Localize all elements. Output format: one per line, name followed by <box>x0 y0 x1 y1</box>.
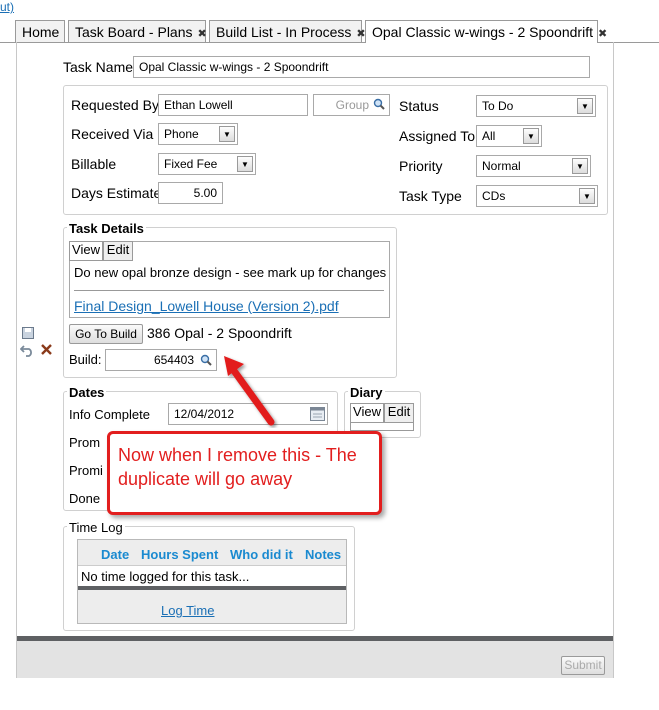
callout-text: Now when I remove this - The duplicate w… <box>118 445 357 489</box>
tab-label: Home <box>22 24 60 40</box>
task-type-label: Task Type <box>399 188 462 204</box>
submit-button[interactable]: Submit <box>561 656 605 675</box>
received-via-value: Phone <box>164 127 199 141</box>
assigned-to-select[interactable]: All ▼ <box>476 125 542 147</box>
callout-arrow-icon <box>224 356 275 426</box>
billable-label: Billable <box>71 156 117 172</box>
chevron-down-icon[interactable]: ▼ <box>572 158 588 174</box>
undo-icon[interactable] <box>20 343 35 357</box>
magnifier-icon[interactable] <box>200 354 212 366</box>
tab-task-board-plans[interactable]: Task Board - Plans ✖ <box>68 20 207 42</box>
task-name-input[interactable]: Opal Classic w-wings - 2 Spoondrift <box>133 56 590 78</box>
promised-2-label: Promi <box>69 463 103 478</box>
assigned-to-label: Assigned To <box>399 128 476 144</box>
truncated-link[interactable]: ut) <box>0 0 14 14</box>
time-log-empty-text: No time logged for this task... <box>81 569 250 584</box>
chevron-down-icon[interactable]: ▼ <box>523 128 539 144</box>
task-description: Do new opal bronze design - see mark up … <box>74 265 387 280</box>
build-label: Build: <box>69 352 102 367</box>
footer-bar <box>17 641 613 678</box>
diary-content <box>350 423 414 431</box>
go-to-build-button[interactable]: Go To Build <box>69 324 143 344</box>
days-estimate-input[interactable]: 5.00 <box>158 182 223 204</box>
tab-label: Opal Classic w-wings - 2 Spoondrift <box>372 24 593 40</box>
status-select[interactable]: To Do ▼ <box>476 95 596 117</box>
billable-value: Fixed Fee <box>164 157 218 171</box>
tab-view[interactable]: View <box>69 241 103 261</box>
delete-icon[interactable] <box>40 343 53 356</box>
diary-legend: Diary <box>348 385 385 400</box>
group-placeholder: Group <box>335 98 369 112</box>
priority-value: Normal <box>482 159 521 173</box>
attachment-link-text[interactable]: Final Design_Lowell House (Version 2).pd… <box>74 298 339 314</box>
chevron-down-icon[interactable]: ▼ <box>237 156 253 172</box>
column-notes[interactable]: Notes <box>305 547 341 562</box>
time-log-separator <box>78 586 346 590</box>
chevron-down-icon[interactable]: ▼ <box>577 98 593 114</box>
task-name-label: Task Name <box>63 59 134 75</box>
requested-by-label: Requested By <box>71 97 159 113</box>
info-complete-label: Info Complete <box>69 407 150 422</box>
priority-label: Priority <box>399 158 443 174</box>
tab-label: Build List - In Process <box>216 24 352 40</box>
tab-build-list[interactable]: Build List - In Process ✖ <box>209 20 366 42</box>
tab-label: Task Board - Plans <box>75 24 193 40</box>
task-type-value: CDs <box>482 189 506 203</box>
dates-legend: Dates <box>67 385 107 400</box>
received-via-select[interactable]: Phone ▼ <box>158 123 238 145</box>
billable-select[interactable]: Fixed Fee ▼ <box>158 153 256 175</box>
column-who-did-it[interactable]: Who did it <box>230 547 293 562</box>
assigned-to-value: All <box>482 129 496 143</box>
log-time-link[interactable]: Log Time <box>161 603 214 618</box>
days-estimate-label: Days Estimate <box>71 185 162 201</box>
received-via-label: Received Via <box>71 126 154 142</box>
magnifier-icon[interactable] <box>373 98 385 110</box>
promised-label: Prom <box>69 435 101 450</box>
attachment-link[interactable]: Final Design_Lowell House (Version 2).pd… <box>74 298 339 314</box>
chevron-down-icon[interactable]: ▼ <box>579 188 595 204</box>
task-type-select[interactable]: CDs ▼ <box>476 185 598 207</box>
chevron-down-icon[interactable]: ▼ <box>219 126 235 142</box>
build-name: 386 Opal - 2 Spoondrift <box>147 325 292 341</box>
save-icon[interactable] <box>22 327 34 339</box>
calendar-icon[interactable] <box>310 407 325 421</box>
priority-select[interactable]: Normal ▼ <box>476 155 591 177</box>
tab-opal-classic[interactable]: Opal Classic w-wings - 2 Spoondrift ✖ <box>365 20 607 43</box>
done-label: Done <box>69 491 101 506</box>
tab-edit[interactable]: Edit <box>103 241 133 261</box>
time-log-legend: Time Log <box>67 520 125 535</box>
status-label: Status <box>399 98 439 114</box>
requested-by-input[interactable]: Ethan Lowell <box>158 94 308 116</box>
diary-tab-edit[interactable]: Edit <box>384 403 414 423</box>
log-time-link-text[interactable]: Log Time <box>161 603 214 618</box>
status-value: To Do <box>482 99 514 113</box>
task-details-legend: Task Details <box>67 221 146 236</box>
close-icon[interactable]: ✖ <box>598 28 607 40</box>
column-hours-spent[interactable]: Hours Spent <box>141 547 218 562</box>
close-icon[interactable]: ✖ <box>198 28 207 40</box>
diary-tab-view[interactable]: View <box>350 403 384 423</box>
tab-home[interactable]: Home <box>15 20 65 42</box>
divider <box>74 290 384 291</box>
column-date[interactable]: Date <box>101 547 129 562</box>
